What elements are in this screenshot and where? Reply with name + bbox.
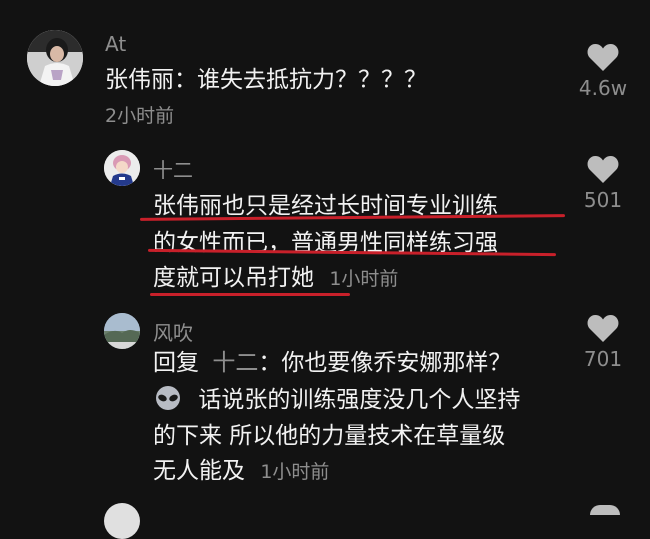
comment-timestamp: 1小时前 [329,268,399,290]
user-avatar-illustration-icon [104,150,140,186]
avatar-comment-2[interactable] [104,150,140,186]
heart-icon [587,156,619,183]
annotation-underline-3 [150,293,350,296]
reply-text: ：你也要像乔安娜那样？ [258,350,512,376]
avatar-comment-1[interactable] [27,30,83,86]
comment-text-line-3: 度就可以吊打她 1小时前 [153,260,398,297]
reply-line: 回复 十二：你也要像乔安娜那样？ [153,345,511,381]
comment-author[interactable]: At [105,32,126,56]
comment-timestamp: 2小时前 [105,105,175,127]
avatar-comment-3[interactable] [104,313,140,349]
heart-icon [587,315,619,342]
user-avatar-photo-icon [27,30,83,86]
comment-text-line-3-content: 无人能及 [153,458,245,484]
comment-text-line-3-content: 度就可以吊打她 [153,265,314,291]
like-button[interactable]: 4.6w [574,42,632,100]
heart-icon [587,44,619,71]
comment-text-line-2: 的女性而已，普通男性同样练习强 [153,230,498,256]
comment-text-line-2: 的下来 所以他的力量技术在草量级 [153,423,506,449]
comment-text-line-3: 无人能及 1小时前 [153,453,329,490]
comment-author[interactable]: 十二 [153,154,193,183]
like-count: 701 [583,347,623,371]
reply-to-user[interactable]: 十二 [212,350,258,376]
reply-label: 回复 [153,350,199,376]
user-avatar-landscape-icon [104,313,140,349]
comment-author[interactable]: 风吹 [153,317,193,346]
comment-text-line-1: 话说张的训练强度没几个人坚持 [153,382,520,418]
comment-2: 十二 张伟丽也只是经过长时间专业训练 的女性而已，普通男性同样练习强 度就可以吊… [0,140,650,305]
alien-emoji-icon [156,386,180,410]
like-button[interactable]: 701 [574,313,632,371]
next-like-icon-partial[interactable] [590,505,620,515]
comment-text-line-1-content: 话说张的训练强度没几个人坚持 [198,387,521,413]
comment-timestamp: 1小时前 [260,461,330,483]
comment-3: 风吹 回复 十二：你也要像乔安娜那样？ 话说张的训练强度没几个人坚持 的下来 所… [0,305,650,539]
like-button[interactable]: 501 [574,154,632,212]
avatar-next-comment[interactable] [104,503,140,539]
like-count: 4.6w [578,76,628,100]
like-count: 501 [583,188,623,212]
comment-1: At 张伟丽：谁失去抵抗力？？？？ 2小时前 4.6w [0,0,650,140]
comment-text: 张伟丽：谁失去抵抗力？？？？ [105,67,427,93]
